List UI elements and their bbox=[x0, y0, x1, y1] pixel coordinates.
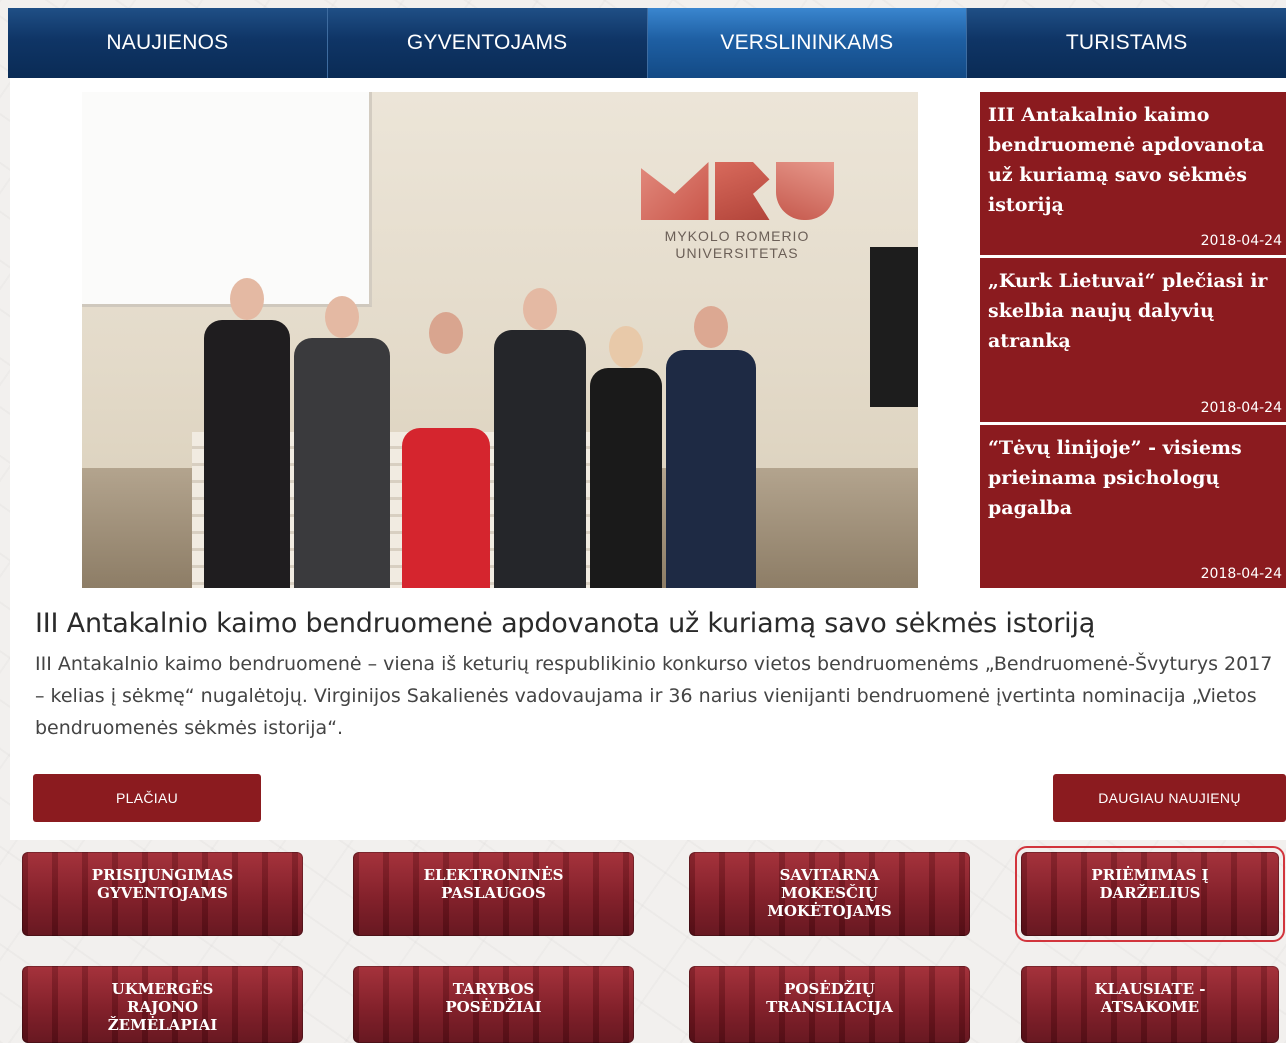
news-item-date: 2018-04-24 bbox=[1200, 565, 1282, 582]
main-navigation: NAUJIENOS GYVENTOJAMS VERSLININKAMS TURI… bbox=[8, 8, 1286, 78]
logo-mark bbox=[637, 162, 837, 220]
news-item-title[interactable]: “Tėvų linijoje” - visiems prieinama psic… bbox=[988, 433, 1280, 523]
logo-text: MYKOLO ROMERIO UNIVERSITETAS bbox=[637, 228, 837, 262]
hero-photo[interactable]: MYKOLO ROMERIO UNIVERSITETAS bbox=[82, 92, 918, 588]
more-news-button[interactable]: DAUGIAU NAUJIENŲ bbox=[1053, 774, 1286, 822]
news-item[interactable]: “Tėvų linijoje” - visiems prieinama psic… bbox=[980, 424, 1286, 588]
tile-prisijungimas-gyventojams[interactable]: PRISIJUNGIMAS GYVENTOJAMS bbox=[22, 852, 303, 936]
tile-elektronines-paslaugos[interactable]: ELEKTRONINĖS PASLAUGOS bbox=[353, 852, 634, 936]
logo-shape-m bbox=[640, 162, 709, 220]
tile-ukmerges-rajono-zemelapiai[interactable]: UKMERGĖS RAJONO ŽEMĖLAPIAI bbox=[22, 966, 303, 1043]
read-more-button[interactable]: PLAČIAU bbox=[33, 774, 261, 822]
logo-text-line1: MYKOLO ROMERIO bbox=[664, 228, 810, 244]
news-item-title[interactable]: III Antakalnio kaimo bendruomenė apdovan… bbox=[988, 100, 1280, 220]
nav-item-naujienos[interactable]: NAUJIENOS bbox=[8, 8, 328, 78]
article-summary: III Antakalnio kaimo bendruomenė – viena… bbox=[35, 653, 1273, 739]
logo-shape-r bbox=[714, 162, 770, 220]
speaker bbox=[870, 247, 918, 407]
news-item[interactable]: III Antakalnio kaimo bendruomenė apdovan… bbox=[980, 92, 1286, 256]
nav-item-turistams[interactable]: TURISTAMS bbox=[967, 8, 1286, 78]
tile-tarybos-posedziai[interactable]: TARYBOS POSĖDŽIAI bbox=[353, 966, 634, 1043]
tile-klausiate-atsakome[interactable]: KLAUSIATE - ATSAKOME bbox=[1021, 966, 1279, 1043]
nav-item-gyventojams[interactable]: GYVENTOJAMS bbox=[327, 8, 648, 78]
nav-item-verslininkams[interactable]: VERSLININKAMS bbox=[647, 8, 968, 78]
news-sidebar: III Antakalnio kaimo bendruomenė apdovan… bbox=[980, 92, 1286, 588]
news-item-title[interactable]: „Kurk Lietuvai“ plečiasi ir skelbia nauj… bbox=[988, 266, 1280, 356]
tile-posedziu-transliacija[interactable]: POSĖDŽIŲ TRANSLIACIJA bbox=[689, 966, 970, 1043]
article-title[interactable]: III Antakalnio kaimo bendruomenė apdovan… bbox=[35, 608, 1275, 639]
person-2 bbox=[294, 296, 390, 588]
person-5 bbox=[590, 326, 662, 588]
tile-savitarna-mokesciu-moketojams[interactable]: SAVITARNA MOKESČIŲ MOKĖTOJAMS bbox=[689, 852, 970, 936]
news-item-date: 2018-04-24 bbox=[1200, 399, 1282, 416]
university-logo: MYKOLO ROMERIO UNIVERSITETAS bbox=[637, 162, 837, 282]
projector-screen bbox=[82, 92, 372, 307]
person-3 bbox=[402, 312, 490, 588]
person-4 bbox=[494, 288, 586, 588]
news-item[interactable]: „Kurk Lietuvai“ plečiasi ir skelbia nauj… bbox=[980, 258, 1286, 422]
person-6 bbox=[666, 306, 756, 588]
tile-priemimas-i-darzelius[interactable]: PRIĖMIMAS Į DARŽELIUS bbox=[1015, 846, 1285, 942]
logo-shape-u bbox=[775, 162, 834, 220]
logo-text-line2: UNIVERSITETAS bbox=[675, 245, 799, 261]
person-1 bbox=[204, 278, 290, 588]
news-item-date: 2018-04-24 bbox=[1200, 233, 1282, 250]
